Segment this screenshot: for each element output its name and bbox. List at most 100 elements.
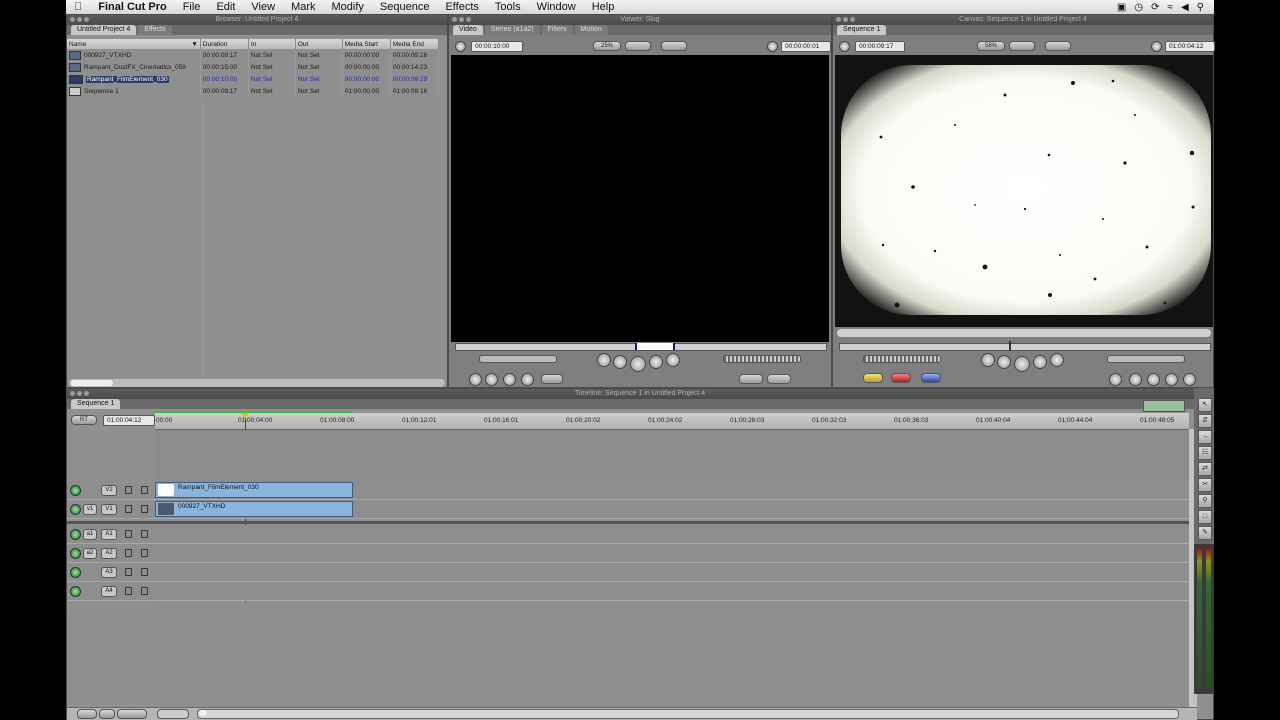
menu-app-name[interactable]: Final Cut Pro <box>90 0 174 14</box>
canvas-video-area[interactable] <box>835 55 1213 327</box>
tab-stereo[interactable]: Stereo (a1a2) <box>484 25 540 35</box>
wifi-icon[interactable]: ≈ <box>1167 2 1173 13</box>
track-dest-v1[interactable]: V1 <box>101 504 117 515</box>
recent-clips-popup[interactable] <box>739 374 763 384</box>
canvas-duration-tc[interactable]: 00:00:09:17 <box>855 41 905 52</box>
lock-icon[interactable] <box>125 549 132 557</box>
viewer-video-area[interactable] <box>451 55 829 342</box>
col-name[interactable]: Name ▼ <box>67 39 201 49</box>
timeline-current-tc[interactable]: 01:00:04:12 <box>103 415 155 426</box>
generator-popup[interactable] <box>767 374 791 384</box>
auto-select-icon[interactable] <box>141 530 148 538</box>
match-frame-button[interactable] <box>541 374 563 384</box>
tab-video[interactable]: Video <box>453 25 483 35</box>
viewer-overlay-popup[interactable] <box>661 41 687 51</box>
add-keyframe-button[interactable] <box>521 373 534 386</box>
canvas-scrubber[interactable] <box>839 343 1211 351</box>
canvas-current-tc[interactable]: 01:00:04:12 <box>1165 41 1215 52</box>
canvas-zoom-popup[interactable]: 58% <box>977 41 1005 51</box>
menu-effects[interactable]: Effects <box>437 0 486 14</box>
menu-modify[interactable]: Modify <box>324 0 372 14</box>
auto-select-icon[interactable] <box>141 568 148 576</box>
apple-menu-icon[interactable]:  <box>66 0 90 14</box>
slip-tool-icon[interactable]: ⇄ <box>1198 462 1212 476</box>
track-audibility-toggle[interactable] <box>70 529 81 540</box>
mark-in-button[interactable] <box>469 373 482 386</box>
col-media-end[interactable]: Media End <box>390 39 440 49</box>
canvas-jog-control[interactable] <box>863 355 941 363</box>
clip-keyframes-button[interactable] <box>99 709 115 719</box>
camera-status-icon[interactable]: ▣ <box>1117 2 1126 13</box>
timeline-scrollbar[interactable] <box>197 709 1179 719</box>
mark-clip-button[interactable] <box>1147 373 1160 386</box>
viewer-zoom-popup[interactable]: 25% <box>593 41 621 51</box>
canvas-shuttle-slider[interactable] <box>1107 355 1185 363</box>
menu-tools[interactable]: Tools <box>487 0 529 14</box>
play-button[interactable] <box>1014 356 1030 372</box>
track-dest-a4[interactable]: A4 <box>101 586 117 597</box>
col-in[interactable]: In <box>248 39 296 49</box>
clip-rampant-film-element[interactable]: Rampant_FilmElement_030 <box>155 482 353 498</box>
crop-tool-icon[interactable]: □ <box>1198 510 1212 524</box>
viewer-jog-control[interactable] <box>723 355 801 363</box>
mark-out-button[interactable] <box>485 373 498 386</box>
viewer-titlebar[interactable]: Viewer: Slug <box>449 15 831 25</box>
sort-triangle-icon[interactable]: ▼ <box>191 41 197 48</box>
sync-icon[interactable]: ⟳ <box>1151 2 1159 13</box>
video-audio-divider[interactable] <box>67 521 1189 524</box>
canvas-playhead[interactable] <box>1009 341 1011 351</box>
mark-in-button[interactable] <box>1109 373 1122 386</box>
track-dest-a2[interactable]: A2 <box>101 548 117 559</box>
lock-icon[interactable] <box>125 505 132 513</box>
add-keyframe-button[interactable] <box>1183 373 1196 386</box>
play-around-button[interactable] <box>649 355 663 369</box>
lock-icon[interactable] <box>125 530 132 538</box>
track-a4[interactable]: A4 <box>67 582 1189 601</box>
volume-icon[interactable]: ◀ <box>1181 2 1189 13</box>
zoom-slider[interactable] <box>157 709 189 719</box>
canvas-titlebar[interactable]: Canvas: Sequence 1 in Untitled Project 4 <box>833 15 1213 25</box>
viewer-current-tc[interactable]: 00:00:00:01 <box>781 41 831 52</box>
menu-view[interactable]: View <box>243 0 283 14</box>
tab-motion[interactable]: Motion <box>574 25 608 35</box>
viewer-view-popup[interactable] <box>625 41 651 51</box>
track-source-v1[interactable]: v1 <box>83 504 97 515</box>
table-row-selected[interactable]: Rampant_FilmElement_030 00:00:10:00 Not … <box>67 73 440 85</box>
tab-untitled-project[interactable]: Untitled Project 4 <box>71 25 137 35</box>
track-v2[interactable]: V2 Rampant_FilmElement_030 <box>67 481 1189 500</box>
table-row[interactable]: 000927_VTXHD 00:00:09:17 Not Set Not Set… <box>67 49 440 61</box>
tab-effects[interactable]: Effects <box>138 25 172 35</box>
go-to-prev-edit-button[interactable] <box>597 353 611 367</box>
lock-icon[interactable] <box>125 486 132 494</box>
browser-scrollbar[interactable] <box>69 379 445 387</box>
menu-help[interactable]: Help <box>584 0 623 14</box>
browser-scroll-thumb[interactable] <box>71 380 113 386</box>
menu-window[interactable]: Window <box>529 0 584 14</box>
track-dest-v2[interactable]: V2 <box>101 485 117 496</box>
window-controls[interactable] <box>70 17 89 22</box>
overwrite-edit-button[interactable] <box>891 373 911 383</box>
insert-edit-button[interactable] <box>863 373 883 383</box>
replace-edit-button[interactable] <box>921 373 941 383</box>
col-media-start[interactable]: Media Start <box>342 39 391 49</box>
razor-blade-tool-icon[interactable]: ✂ <box>1198 478 1212 492</box>
selection-tool-icon[interactable]: ↖ <box>1198 398 1212 412</box>
window-controls[interactable] <box>452 17 471 22</box>
track-audibility-toggle[interactable] <box>70 548 81 559</box>
canvas-view-popup[interactable] <box>1009 41 1035 51</box>
window-controls[interactable] <box>70 391 89 396</box>
timeline-scroll-thumb[interactable] <box>199 710 207 716</box>
menu-mark[interactable]: Mark <box>283 0 323 14</box>
pen-tool-icon[interactable]: ✎ <box>1198 526 1212 540</box>
menu-file[interactable]: File <box>175 0 209 14</box>
lock-icon[interactable] <box>125 587 132 595</box>
track-v1[interactable]: v1 V1 000927_VTXHD <box>67 500 1189 519</box>
play-button[interactable] <box>630 356 646 372</box>
clip-000927-vtxhd[interactable]: 000927_VTXHD <box>155 501 353 517</box>
mark-clip-button[interactable] <box>503 373 516 386</box>
mark-out-button[interactable] <box>1129 373 1142 386</box>
viewer-in-out-range[interactable] <box>635 343 675 350</box>
track-select-tool-icon[interactable]: → <box>1198 430 1212 444</box>
canvas-scrollbar[interactable] <box>837 329 1211 337</box>
track-a3[interactable]: A3 <box>67 563 1189 582</box>
